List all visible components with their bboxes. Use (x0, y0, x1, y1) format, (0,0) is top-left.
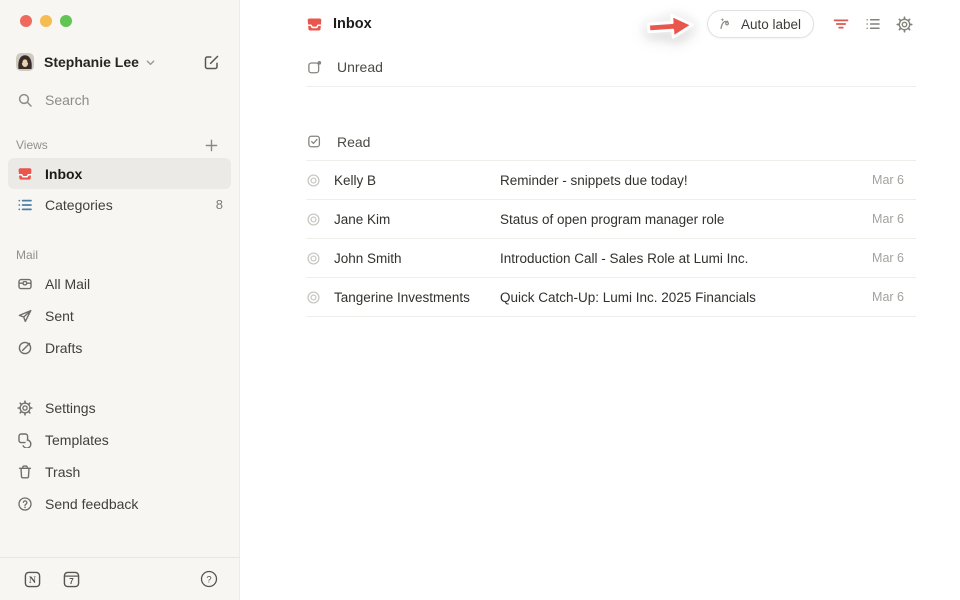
svg-text:N: N (28, 574, 36, 585)
read-section-label: Read (337, 134, 370, 150)
unread-section-header[interactable]: Unread (240, 48, 960, 86)
close-window-button[interactable] (20, 15, 32, 27)
sidebar-item-trash[interactable]: Trash (8, 456, 231, 488)
email-row[interactable]: Jane Kim Status of open program manager … (240, 200, 960, 238)
svg-text:7: 7 (69, 577, 74, 586)
auto-label-icon (718, 16, 734, 32)
email-date: Mar 6 (872, 173, 904, 187)
view-settings-gear-icon[interactable] (895, 15, 914, 34)
sidebar-item-categories[interactable]: Categories 8 (8, 189, 231, 220)
email-subject: Quick Catch-Up: Lumi Inc. 2025 Financial… (500, 290, 860, 305)
search-icon (16, 92, 33, 109)
sidebar: Stephanie Lee Search Views (0, 0, 240, 600)
notion-app-icon[interactable]: N (20, 567, 44, 591)
sidebar-item-label: Categories (45, 197, 113, 213)
search-placeholder: Search (45, 92, 89, 108)
sidebar-item-label: Send feedback (45, 496, 138, 512)
calendar-app-icon[interactable]: 7 (59, 567, 83, 591)
search-input[interactable]: Search (8, 84, 231, 116)
sidebar-item-label: Templates (45, 432, 109, 448)
sidebar-item-label: All Mail (45, 276, 90, 292)
divider (306, 316, 916, 317)
email-date: Mar 6 (872, 251, 904, 265)
sidebar-item-send-feedback[interactable]: Send feedback (8, 488, 231, 520)
filter-icon[interactable] (831, 15, 850, 34)
sidebar-item-label: Drafts (45, 340, 82, 356)
account-switcher[interactable]: Stephanie Lee (8, 46, 231, 78)
unread-icon (306, 59, 323, 76)
read-status-icon[interactable] (306, 212, 322, 227)
email-subject: Reminder - snippets due today! (500, 173, 860, 188)
sidebar-item-inbox[interactable]: Inbox (8, 158, 231, 189)
main-content: Inbox Auto label (240, 0, 960, 600)
chevron-down-icon (145, 57, 156, 68)
zoom-window-button[interactable] (60, 15, 72, 27)
email-date: Mar 6 (872, 290, 904, 304)
sidebar-item-sent[interactable]: Sent (8, 300, 231, 332)
email-sender: Kelly B (334, 173, 488, 188)
email-row[interactable]: Kelly B Reminder - snippets due today! M… (240, 161, 960, 199)
email-date: Mar 6 (872, 212, 904, 226)
email-row[interactable]: Tangerine Investments Quick Catch-Up: Lu… (240, 278, 960, 316)
main-header: Inbox Auto label (240, 0, 960, 48)
trash-icon (16, 464, 33, 481)
sidebar-item-templates[interactable]: Templates (8, 424, 231, 456)
sidebar-item-all-mail[interactable]: All Mail (8, 268, 231, 300)
templates-icon (16, 432, 33, 449)
read-section-header[interactable]: Read (240, 123, 960, 160)
sidebar-item-label: Settings (45, 400, 96, 416)
views-section-header: Views (0, 132, 239, 158)
svg-text:?: ? (206, 575, 211, 586)
compose-button[interactable] (199, 50, 223, 74)
inbox-header-icon (306, 16, 323, 33)
sidebar-item-label: Trash (45, 464, 80, 480)
categories-count-badge: 8 (216, 197, 223, 212)
drafts-icon (16, 340, 33, 357)
sidebar-footer: N 7 ? (0, 557, 239, 600)
read-status-icon[interactable] (306, 290, 322, 305)
unread-section-label: Unread (337, 59, 383, 75)
email-sender: Tangerine Investments (334, 290, 488, 305)
email-sender: John Smith (334, 251, 488, 266)
email-sender: Jane Kim (334, 212, 488, 227)
app-window: Stephanie Lee Search Views (0, 0, 960, 600)
email-subject: Status of open program manager role (500, 212, 860, 227)
sidebar-item-drafts[interactable]: Drafts (8, 332, 231, 364)
add-view-button[interactable] (199, 133, 223, 157)
auto-label-button-label: Auto label (741, 17, 801, 32)
read-checkbox-icon (306, 133, 323, 150)
email-subject: Introduction Call - Sales Role at Lumi I… (500, 251, 860, 266)
inbox-icon (16, 165, 33, 182)
page-title: Inbox (333, 16, 372, 32)
help-icon[interactable]: ? (197, 567, 221, 591)
feedback-question-icon (16, 496, 33, 513)
list-view-icon[interactable] (863, 15, 882, 34)
all-mail-icon (16, 276, 33, 293)
user-avatar (16, 53, 34, 71)
annotation-arrow-icon (642, 7, 699, 45)
window-controls (0, 0, 239, 28)
read-status-icon[interactable] (306, 251, 322, 266)
sidebar-item-label: Inbox (45, 166, 82, 182)
categories-icon (16, 196, 33, 213)
mail-section-header: Mail (0, 242, 239, 268)
sent-icon (16, 308, 33, 325)
gear-icon (16, 400, 33, 417)
read-status-icon[interactable] (306, 173, 322, 188)
sidebar-item-settings[interactable]: Settings (8, 392, 231, 424)
user-name: Stephanie Lee (44, 54, 139, 70)
email-row[interactable]: John Smith Introduction Call - Sales Rol… (240, 239, 960, 277)
minimize-window-button[interactable] (40, 15, 52, 27)
auto-label-button[interactable]: Auto label (707, 10, 814, 38)
sidebar-item-label: Sent (45, 308, 74, 324)
